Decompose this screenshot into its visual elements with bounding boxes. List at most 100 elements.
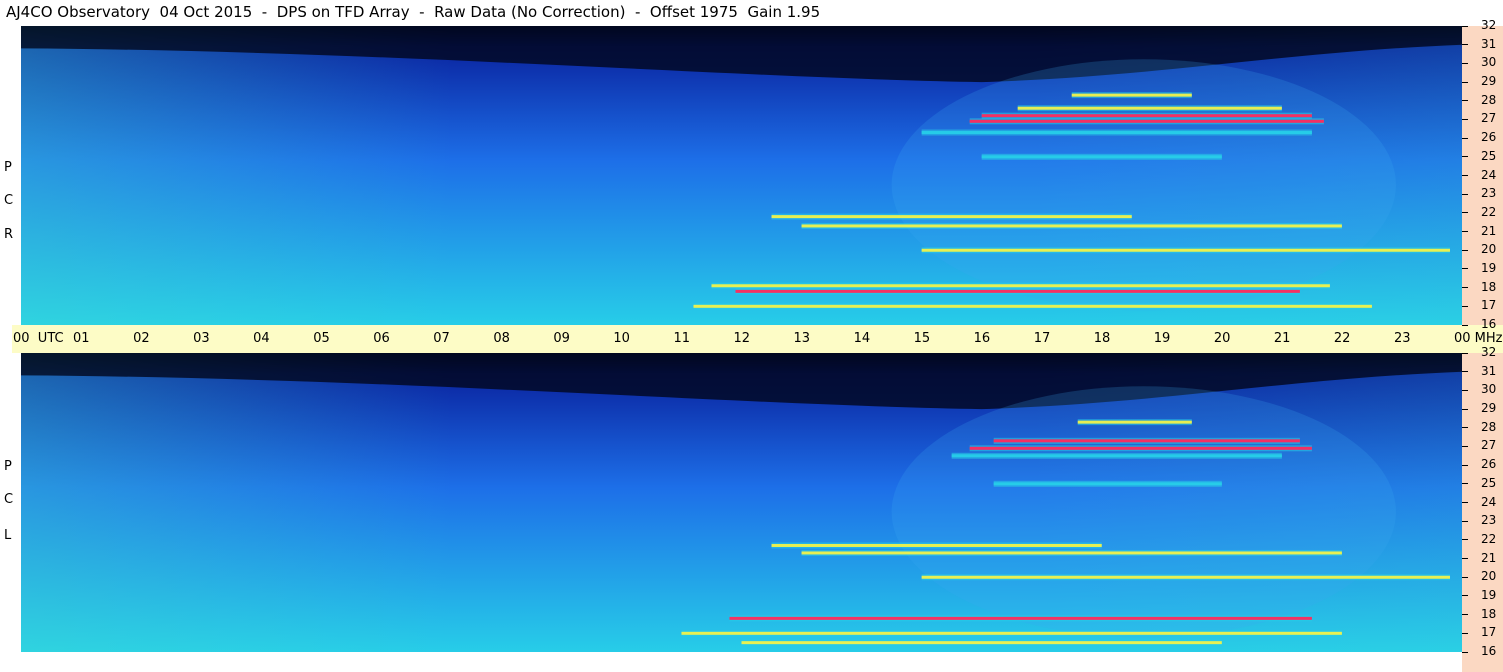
signal-band	[735, 289, 1300, 293]
signal-band	[921, 248, 1450, 252]
signal-band	[693, 304, 1372, 308]
frequency-tick	[1462, 464, 1468, 466]
frequency-tick	[1462, 212, 1468, 214]
frequency-tick-label: 28	[1481, 92, 1497, 107]
frequency-tick	[1462, 44, 1468, 46]
frequency-tick-label: 27	[1481, 111, 1497, 126]
frequency-tick	[1462, 25, 1468, 27]
signal-band	[681, 631, 1342, 635]
frequency-tick	[1462, 100, 1468, 102]
panel-label-letter: P	[4, 160, 12, 175]
time-tick-label: 12	[733, 331, 751, 346]
lcp-side-label: P C L	[0, 353, 21, 652]
time-tick-label: 19	[1153, 331, 1171, 346]
frequency-tick	[1462, 576, 1468, 578]
time-tick-label: 15	[913, 331, 931, 346]
lcp-spectrogram-svg	[21, 353, 1462, 652]
frequency-tick	[1462, 118, 1468, 120]
frequency-tick-label: 22	[1481, 531, 1497, 546]
signal-band	[1071, 93, 1192, 97]
panel-label-letter: C	[4, 492, 14, 507]
frequency-tick-label: 25	[1481, 475, 1497, 490]
panel-label-letter: R	[4, 227, 14, 242]
time-tick-label: 01	[73, 331, 90, 346]
frequency-tick-label: 25	[1481, 148, 1497, 163]
signal-band	[969, 119, 1324, 123]
frequency-tick	[1462, 632, 1468, 634]
time-tick-label: 09	[553, 331, 570, 346]
signal-band	[801, 551, 1342, 555]
frequency-tick	[1462, 137, 1468, 139]
signal-band	[741, 641, 1222, 645]
frequency-tick-label: 20	[1481, 242, 1497, 257]
signal-band	[969, 446, 1312, 450]
frequency-tick	[1462, 595, 1468, 597]
frequency-tick	[1462, 427, 1468, 429]
frequency-tick	[1462, 520, 1468, 522]
signal-band	[1017, 106, 1282, 110]
signal-band	[711, 284, 1330, 288]
frequency-tick	[1462, 408, 1468, 410]
frequency-tick-label: 17	[1481, 298, 1497, 313]
signal-band	[921, 575, 1450, 579]
frequency-tick-label: 22	[1481, 204, 1497, 219]
time-tick-label: 00 UTC	[13, 331, 64, 346]
signal-band	[993, 482, 1222, 486]
signal-band	[981, 114, 1312, 118]
frequency-tick-label: 21	[1481, 223, 1497, 238]
frequency-tick-label: 26	[1481, 130, 1497, 145]
time-tick-label: 17	[1033, 331, 1051, 346]
time-tick-label: 13	[793, 331, 811, 346]
frequency-tick	[1462, 483, 1468, 485]
frequency-tick	[1462, 324, 1468, 326]
frequency-tick	[1462, 389, 1468, 391]
frequency-tick-label: 16	[1481, 317, 1497, 331]
frequency-tick	[1462, 371, 1468, 373]
frequency-tick	[1462, 193, 1468, 195]
time-tick-label: 08	[493, 331, 510, 346]
frequency-tick-label: 24	[1481, 167, 1497, 182]
frequency-tick-label: 30	[1481, 55, 1497, 70]
panel-label-letter: C	[4, 193, 14, 208]
signal-band	[921, 131, 1312, 135]
frequency-tick-label: 28	[1481, 419, 1497, 434]
time-tick-label: 14	[853, 331, 871, 346]
time-tick-label: 20	[1213, 331, 1231, 346]
panel-label-letter: L	[4, 528, 12, 543]
rcp-spectrogram	[21, 26, 1462, 325]
time-tick-label: 21	[1273, 331, 1291, 346]
time-tick-label: 22	[1333, 331, 1351, 346]
frequency-tick	[1462, 156, 1468, 158]
time-tick-label: 03	[193, 331, 210, 346]
frequency-tick-label: 19	[1481, 260, 1497, 275]
signal-band	[993, 439, 1300, 443]
time-tick-label: 07	[433, 331, 450, 346]
frequency-tick-label: 21	[1481, 550, 1497, 565]
time-tick-label: 04	[253, 331, 270, 346]
time-tick-label: 16	[973, 331, 991, 346]
frequency-tick-label: 18	[1481, 606, 1497, 621]
frequency-tick-label: 23	[1481, 186, 1497, 201]
panel-label-letter: P	[4, 459, 12, 474]
time-tick-label: 11	[673, 331, 690, 346]
signal-band	[801, 224, 1342, 228]
rcp-spectrogram-svg	[21, 26, 1462, 325]
frequency-tick-label: 30	[1481, 382, 1497, 397]
time-tick-label: 00 MHz	[1454, 331, 1503, 346]
time-tick-label: 02	[133, 331, 150, 346]
frequency-tick	[1462, 81, 1468, 83]
frequency-tick-label: 17	[1481, 625, 1497, 640]
frequency-tick	[1462, 651, 1468, 653]
rcp-side-label: P C R	[0, 26, 21, 325]
frequency-tick	[1462, 558, 1468, 560]
frequency-tick-label: 24	[1481, 494, 1497, 509]
frequency-tick	[1462, 352, 1468, 354]
frequency-tick-label: 16	[1481, 644, 1497, 658]
frequency-tick-label: 29	[1481, 74, 1497, 89]
time-tick-label: 10	[613, 331, 630, 346]
frequency-tick	[1462, 175, 1468, 176]
frequency-tick	[1462, 305, 1468, 307]
frequency-tick-label: 31	[1481, 363, 1497, 378]
signal-band	[771, 543, 1102, 547]
time-tick-label: 05	[313, 331, 330, 346]
